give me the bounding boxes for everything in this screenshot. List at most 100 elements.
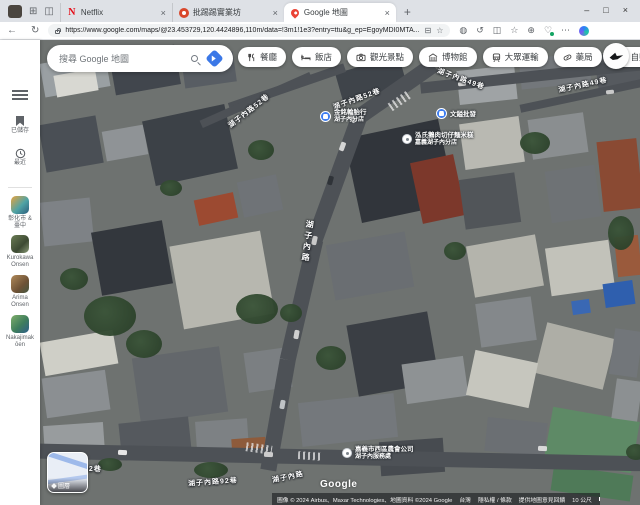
map-canvas[interactable]: 湖子內路52巷 湖子內路52巷 湖子內路49巷 湖子內路49巷 湖子內路 92巷… <box>40 40 640 505</box>
poi-business-pin[interactable] <box>436 108 447 119</box>
close-button[interactable]: × <box>623 5 628 15</box>
split-screen-icon[interactable]: ⊟ <box>425 26 432 35</box>
satellite-art <box>40 115 104 172</box>
dot-poi-icon <box>342 448 352 458</box>
poi-business-pin[interactable] <box>320 111 331 122</box>
scale-bar <box>599 497 600 501</box>
bird-avatar-icon <box>608 49 624 63</box>
sidebar-place-changhua-taichung[interactable]: 彰化市 & 臺中 <box>0 196 40 229</box>
workspaces-icon[interactable]: ⊞ <box>29 7 37 17</box>
tab-actions-icon[interactable]: ◫ <box>44 7 53 17</box>
poi-label: 金銘輪胎行 湖子內分店 <box>334 109 367 124</box>
directions-icon[interactable] <box>205 49 223 67</box>
close-tab-icon[interactable]: × <box>385 8 390 18</box>
satellite-art <box>40 198 94 247</box>
map-footer: 圖像 © 2024 Airbus、Maxar Technologies、地圖資料… <box>272 493 600 505</box>
tab-google-maps[interactable]: Google 地圖 × <box>284 3 396 22</box>
history-sync-icon[interactable]: ↺ <box>476 25 484 36</box>
satellite-art <box>602 280 635 308</box>
maps-sidebar: 已儲存 最近 彰化市 & 臺中 Kurokawa Onsen Arima Ons… <box>0 40 40 505</box>
search-icon[interactable] <box>191 55 198 62</box>
poi-place-pin[interactable] <box>342 448 352 458</box>
close-tab-icon[interactable]: × <box>161 8 166 18</box>
tab-netflix[interactable]: N Netflix × <box>60 3 172 22</box>
satellite-art <box>475 296 537 347</box>
browser-profile-icon[interactable] <box>8 5 22 18</box>
search-box[interactable]: 搜尋 Google 地圖 <box>47 45 233 72</box>
sidebar-place-kurokawa-onsen[interactable]: Kurokawa Onsen <box>0 235 40 268</box>
place-thumbnail <box>11 315 29 333</box>
place-thumbnail <box>11 196 29 214</box>
lock-icon <box>55 30 60 34</box>
poi-label: 嘉義市西區農會公司 湖子內服務處 <box>355 446 414 461</box>
tab-ptt[interactable]: 批踢踢實業坊 × <box>172 3 284 22</box>
sidebar-item-recent[interactable]: 最近 <box>0 148 40 167</box>
collections-icon[interactable]: ⊕ <box>527 25 535 36</box>
poi-label: 文鎰批發 <box>450 111 476 119</box>
sidebar-place-nakajimakoen[interactable]: Nakajimak ōen <box>0 315 40 348</box>
copilot-icon[interactable] <box>579 26 589 36</box>
password-icon[interactable]: ◍ <box>459 25 467 36</box>
satellite-art <box>298 393 398 447</box>
satellite-art <box>520 132 550 154</box>
satellite-art <box>410 154 466 224</box>
feedback-link[interactable]: 提供地圖意見回饋 <box>519 495 565 504</box>
navigation-bar: ← ↻ https://www.google.com/maps/@23.4537… <box>0 22 640 40</box>
menu-icon[interactable] <box>12 90 28 101</box>
chip-pharmacies[interactable]: 藥局 <box>554 47 602 67</box>
satellite-art <box>606 90 614 95</box>
maximize-button[interactable]: □ <box>603 5 608 15</box>
satellite-art <box>60 268 88 290</box>
back-icon[interactable]: ← <box>0 25 24 36</box>
account-avatar[interactable] <box>603 43 629 69</box>
satellite-art <box>535 322 616 389</box>
road-label: 湖子內路 <box>271 469 304 485</box>
tab-title: Google 地圖 <box>304 7 381 18</box>
chip-attractions[interactable]: 觀光景點 <box>347 47 413 67</box>
chip-museums[interactable]: 博物館 <box>419 47 477 67</box>
region-label: 台灣 <box>459 495 471 504</box>
sidebar-place-arima-onsen[interactable]: Arima Onsen <box>0 275 40 308</box>
privacy-terms-link[interactable]: 隱私權 / 條款 <box>478 495 512 504</box>
favorites-bar-icon[interactable]: ☆ <box>510 25 518 36</box>
place-thumbnail <box>11 235 29 253</box>
satellite-art <box>444 242 466 260</box>
history-clock-icon <box>15 148 26 159</box>
poi-place-pin[interactable] <box>402 134 412 144</box>
chip-transit[interactable]: 大眾運輸 <box>483 47 548 67</box>
sidebar-item-saved[interactable]: 已儲存 <box>0 116 40 135</box>
layers-minimap-toggle[interactable]: 圖層 <box>47 452 88 493</box>
satellite-art <box>42 370 111 419</box>
satellite-art <box>611 378 640 421</box>
favorite-star-icon[interactable]: ☆ <box>436 26 443 35</box>
split-window-icon[interactable]: ◫ <box>493 25 502 36</box>
pill-icon <box>563 53 572 62</box>
satellite-art <box>84 296 136 336</box>
close-tab-icon[interactable]: × <box>273 8 278 18</box>
chip-hotels[interactable]: 飯店 <box>292 47 341 67</box>
satellite-art <box>608 216 634 250</box>
refresh-icon[interactable]: ↻ <box>24 25 46 36</box>
transit-icon <box>492 53 501 62</box>
browser-essentials-icon[interactable]: ♡ <box>544 25 552 36</box>
address-bar[interactable]: https://www.google.com/maps/@23.453729,1… <box>48 24 450 37</box>
satellite-art <box>160 180 182 196</box>
chip-restaurants[interactable]: 餐廳 <box>238 47 286 67</box>
minimize-button[interactable]: – <box>584 5 589 15</box>
url-text[interactable]: https://www.google.com/maps/@23.453729,1… <box>65 27 419 34</box>
satellite-art <box>280 304 302 322</box>
camera-icon <box>356 53 366 62</box>
browser-window: ⊞ ◫ N Netflix × 批踢踢實業坊 × Google 地圖 × + –… <box>0 0 640 505</box>
satellite-art <box>126 330 162 358</box>
tab-title: Netflix <box>81 8 157 17</box>
settings-menu-icon[interactable]: ⋯ <box>561 25 570 36</box>
dot-poi-icon <box>402 134 412 144</box>
new-tab-button[interactable]: + <box>396 5 419 22</box>
place-thumbnail <box>11 275 29 293</box>
satellite-art <box>248 140 274 160</box>
tab-strip: ⊞ ◫ N Netflix × 批踢踢實業坊 × Google 地圖 × + –… <box>0 0 640 22</box>
poi-label: 泓氏鵝肉切仔麵米糕 嘉義湖子內分店 <box>415 132 474 147</box>
search-input[interactable]: 搜尋 Google 地圖 <box>47 52 191 65</box>
satellite-art <box>402 356 469 404</box>
layers-icon <box>51 483 57 489</box>
